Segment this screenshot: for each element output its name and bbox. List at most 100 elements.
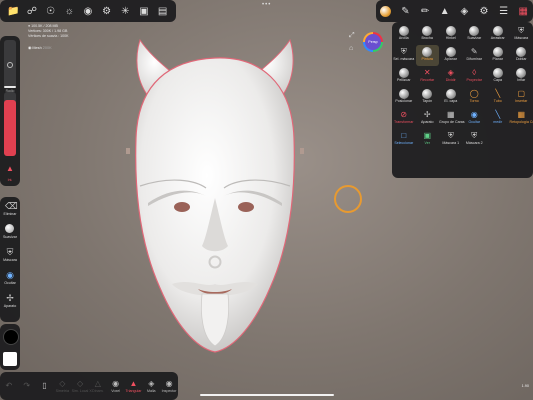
home-indicator[interactable]	[200, 394, 334, 396]
planar-icon	[492, 47, 503, 57]
tool-pinch[interactable]: Pellizcar	[392, 66, 416, 87]
tool-gizmo[interactable]: ✢ Aparato	[416, 108, 440, 129]
top-right-toolbar: ✎ ✏ ▲ ◈ ⚙ ☰ ▦	[376, 0, 533, 22]
smooth-icon	[469, 26, 480, 36]
tool-ocultar[interactable]: ◉ Ocultar	[0, 270, 20, 285]
camera-icon[interactable]: ☼	[62, 4, 76, 18]
left-eye	[174, 202, 190, 212]
tool-view[interactable]: ▣ Ver	[416, 129, 440, 150]
tablet-icon: ▯	[42, 381, 47, 390]
gear-icon[interactable]: ⚙	[477, 4, 491, 18]
window-dots[interactable]: •••	[262, 2, 271, 8]
tool-label: Sel. máscara	[393, 57, 415, 61]
settings-icon[interactable]: ⚙	[100, 4, 114, 18]
crease-icon: ✕	[423, 68, 431, 77]
tool-retopo[interactable]: ▦Retopología Construcción	[510, 108, 533, 129]
tool-facegroup[interactable]: ▦ Grupo de Caras	[439, 108, 465, 129]
tool-label: El. capa	[444, 99, 458, 103]
pose-icon	[398, 89, 409, 99]
secondary-color-swatch[interactable]	[3, 352, 17, 366]
tool-selmask[interactable]: ⛨ Sel. máscara	[392, 45, 416, 66]
scene-icon[interactable]: ☉	[44, 4, 58, 18]
tool-inflate[interactable]: Inflar	[510, 66, 533, 87]
voxel-button[interactable]: ◉ Voxel	[107, 379, 124, 393]
clay-icon	[398, 26, 409, 36]
undo-button[interactable]: ↶	[0, 381, 17, 391]
layers-icon[interactable]: ◈	[457, 4, 471, 18]
material-icon[interactable]	[379, 4, 393, 18]
tool-mascara[interactable]: ⛨ Máscara	[0, 247, 20, 262]
tool-mask2[interactable]: ⛨ Máscara 2	[463, 129, 487, 150]
tool-layer[interactable]: Capa	[486, 66, 510, 87]
inspector-icon: ◉	[165, 379, 173, 388]
tool-mask[interactable]: ⛨ Máscara	[510, 24, 533, 45]
tool-blur[interactable]: ✎ Difuminar	[463, 45, 487, 66]
tool-flatten[interactable]: Aplanar	[439, 45, 463, 66]
tablet-button[interactable]: ▯	[36, 381, 53, 391]
grid-icon[interactable]: ▦	[516, 4, 530, 18]
tool-select[interactable]: □ Seleccionar	[392, 129, 416, 150]
tool-lathe[interactable]: ◯ Torno	[463, 87, 487, 108]
mesh-label[interactable]: ◉ Mesh 200K	[28, 45, 52, 50]
tool-suavizar[interactable]: Suavizar	[0, 224, 20, 239]
tool-ellayer[interactable]: El. capa	[439, 87, 463, 108]
tool-mask1[interactable]: ⛨ Máscara 1	[439, 129, 463, 150]
frame-icon[interactable]: ⤢	[349, 32, 355, 40]
bottom-tool-label: Sim. Local X	[71, 389, 92, 393]
tool-project[interactable]: ◊ Proyectar	[463, 66, 487, 87]
tool-transform[interactable]: ⊘ Transformar	[392, 108, 416, 129]
tool-fold[interactable]: Doblar	[510, 45, 533, 66]
tool-measure[interactable]: ╲ medir	[486, 108, 510, 129]
intensity-slider[interactable]	[4, 92, 16, 156]
radius-knob	[7, 62, 13, 68]
tool-eliminar[interactable]: ⌫ Eliminar	[0, 201, 20, 216]
film-icon[interactable]: ▤	[156, 4, 170, 18]
tool-drag[interactable]: Arrastrar	[486, 24, 510, 45]
tool-label: Planar	[492, 57, 503, 61]
tool-label: Tapón	[422, 99, 433, 103]
tool-planar[interactable]: Planar	[486, 45, 510, 66]
symmetry-button[interactable]: ◇ Simetría	[54, 379, 71, 393]
stats-line-3: Vértices de suaviz.: 100K	[28, 34, 69, 38]
radius-slider[interactable]	[4, 40, 16, 88]
tool-label: medir	[493, 120, 503, 124]
perspective-gizmo[interactable]: Persp	[363, 32, 383, 52]
tool-crease[interactable]: ✕ Recortar	[416, 66, 440, 87]
image-icon[interactable]: ▣	[137, 4, 151, 18]
flask-icon[interactable]: ▲	[6, 164, 14, 173]
triangle-button[interactable]: ▲ Triangular	[125, 379, 142, 393]
tool-stamp[interactable]: Tapón	[416, 87, 440, 108]
primary-color-swatch[interactable]	[3, 329, 19, 345]
brush-icon[interactable]: ✏	[418, 4, 432, 18]
globe-icon[interactable]: ◉	[81, 4, 95, 18]
tool-pose[interactable]: Posicionar	[392, 87, 416, 108]
voxel-icon: ◉	[112, 379, 120, 388]
tool-tube[interactable]: ╲ Tubo	[486, 87, 510, 108]
tool-move[interactable]: Hinkel	[439, 24, 463, 45]
tool-label: Aplanar	[444, 57, 457, 61]
tool-brush[interactable]: Brocha	[416, 24, 440, 45]
home-icon[interactable]: ⌂	[349, 45, 353, 52]
tool-smooth[interactable]: Suavizar	[463, 24, 487, 45]
tool-clay[interactable]: Arcilla	[392, 24, 416, 45]
flatten-icon	[445, 47, 456, 57]
triangle-icon[interactable]: ▲	[438, 4, 452, 18]
folder-icon[interactable]: 📁	[6, 4, 20, 18]
tool-label: Capa	[493, 78, 503, 82]
mask-icon: ⛨	[6, 247, 14, 257]
mesh-button[interactable]: ◈ Malla	[143, 379, 160, 393]
tool-paint[interactable]: Pintura	[415, 45, 439, 66]
mirror-button[interactable]: ◇ Sim. Local X	[71, 379, 92, 393]
tool-aparato[interactable]: ✢ Aparato	[0, 293, 20, 308]
retopo-icon: ▦	[517, 110, 526, 119]
redo-button[interactable]: ↷	[18, 381, 35, 391]
inspector-button[interactable]: ◉ Inspector	[161, 379, 178, 393]
pencil-icon[interactable]: ✎	[398, 4, 412, 18]
tool-hide[interactable]: ◉ Ocultar	[463, 108, 487, 129]
sun-icon[interactable]: ✳	[118, 4, 132, 18]
tool-divide[interactable]: ◈ Dividir	[439, 66, 463, 87]
share-icon[interactable]: ☍	[25, 4, 39, 18]
list-icon[interactable]: ☰	[497, 4, 511, 18]
dynamic-button[interactable]: △ Dinam.	[89, 379, 106, 393]
tool-insert[interactable]: ▢ Insertar	[510, 87, 533, 108]
